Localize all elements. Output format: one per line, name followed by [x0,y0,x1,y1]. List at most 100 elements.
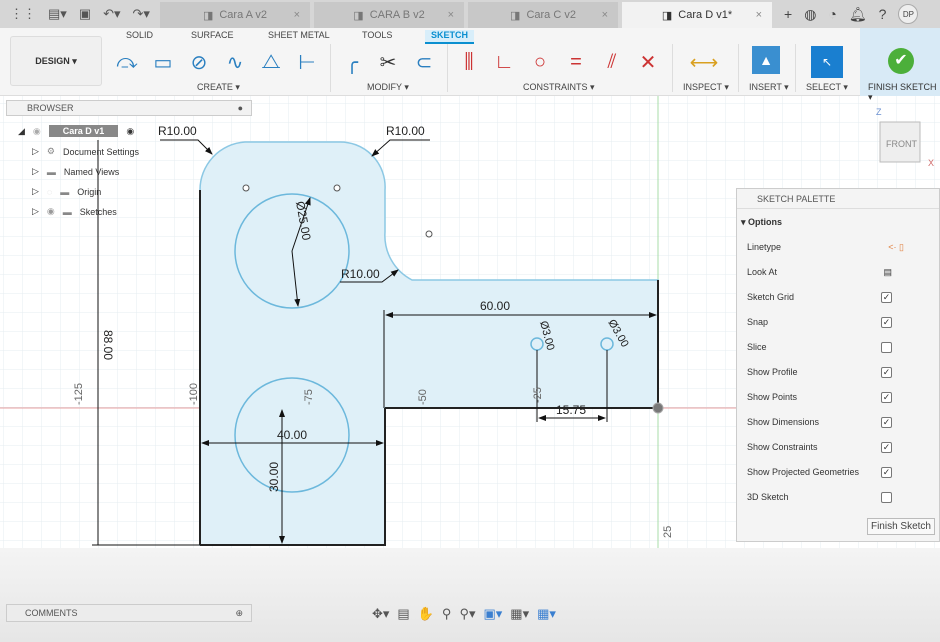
job-status-icon[interactable]: ◔ [828,6,836,22]
fit-icon[interactable]: ⚲▾ [459,606,475,622]
tab-surface[interactable]: SURFACE [191,30,234,40]
orbit-icon[interactable]: ✥▾ [372,606,389,622]
select-menu[interactable]: SELECT ▾ [806,82,848,93]
checkbox[interactable]: ✓ [881,292,892,303]
display-settings-icon[interactable]: ▣▾ [483,606,502,622]
insert-menu[interactable]: INSERT ▾ [749,82,789,93]
construction-linetype-icon[interactable]: <· ▯ [888,242,904,253]
tab-solid[interactable]: SOLID [126,30,153,40]
expand-icon[interactable]: ▷ [32,166,39,177]
palette-finish-sketch-button[interactable]: Finish Sketch [866,518,935,535]
active-radio-icon[interactable]: ◉ [126,126,134,137]
checkbox[interactable]: ✓ [881,392,892,403]
dim-88[interactable]: 88.00 [101,330,115,360]
browser-item-sketches[interactable]: ▷ ◉ ▬ Sketches [32,206,117,217]
viewports-icon[interactable]: ▦▾ [537,606,556,622]
browser-root[interactable]: ◢ ◉ Cara D v1 ◉ [18,125,134,137]
checkbox[interactable] [881,342,892,353]
dim-15[interactable]: 15.75 [556,403,586,417]
pan-hand-icon[interactable]: ✋ [418,606,434,622]
workspace-switcher[interactable]: DESIGN ▾ [10,36,102,86]
perpendicular-icon[interactable]: ∟ [490,48,518,76]
browser-item-named-views[interactable]: ▷ ▬ Named Views [32,166,119,177]
extensions-icon[interactable]: ◍ [804,6,816,23]
help-icon[interactable]: ? [879,6,887,22]
tab-sheet-metal[interactable]: SHEET METAL [268,30,330,40]
palette-header[interactable]: SKETCH PALETTE [737,189,939,209]
constraints-menu[interactable]: CONSTRAINTS ▾ [523,82,595,93]
doc-tab-d[interactable]: ◨ Cara D v1* × [622,2,772,28]
mirror-icon[interactable]: ⧍ [257,48,285,76]
avatar[interactable]: DP [898,4,919,24]
checkbox[interactable]: ✓ [881,417,892,428]
zoom-icon[interactable]: ⚲ [442,606,452,622]
dimension-icon[interactable]: ⊢ [293,48,321,76]
origin-point[interactable] [652,402,664,414]
expand-icon[interactable]: ▷ [32,186,39,197]
close-icon[interactable]: × [602,9,608,21]
spline-icon[interactable]: ∿ [221,48,249,76]
browser-item-document-settings[interactable]: ▷ ⚙ Document Settings [32,146,139,157]
fix-constraint-icon[interactable]: ⫼ [455,48,483,76]
offset-icon[interactable]: ⊂ [410,48,438,76]
comments-panel[interactable]: COMMENTS ⊕ [6,604,252,622]
parallel-icon[interactable]: ⫽ [598,48,626,76]
new-tab-icon[interactable]: + [784,6,792,22]
doc-tab-a[interactable]: ◨ Cara A v2 × [160,2,310,28]
checkbox[interactable]: ✓ [881,442,892,453]
apps-grid-icon[interactable]: ⋮⋮ [10,6,36,22]
finish-sketch-button[interactable]: ✔ FINISH SKETCH ▾ [860,28,940,102]
rectangle-icon[interactable]: ▭ [149,48,177,76]
tangent-icon[interactable]: ○ [526,48,554,76]
dim-40[interactable]: 40.00 [277,428,307,442]
dim-60[interactable]: 60.00 [480,299,510,313]
insert-image-icon[interactable]: ▲ [752,46,780,74]
dim-30[interactable]: 30.00 [267,462,281,492]
line-icon[interactable]: ⤼ [113,48,141,76]
sketch-point[interactable] [242,184,250,192]
file-icon[interactable]: ▤▾ [48,6,67,22]
checkbox[interactable]: ✓ [881,367,892,378]
eye-hidden-icon[interactable]: ◌ [47,187,52,197]
options-section[interactable]: ▾ Options [741,217,782,228]
checkbox[interactable]: ✓ [881,317,892,328]
close-icon[interactable]: × [294,9,300,21]
close-icon[interactable]: × [448,9,454,21]
expand-icon[interactable]: ▷ [32,146,39,157]
notifications-icon[interactable]: 🔔︎ [849,6,867,23]
dim-r-top-right[interactable]: R10.00 [386,124,425,138]
tab-tools[interactable]: TOOLS [362,30,392,40]
fillet-icon[interactable]: ╭ [338,48,366,76]
circle-icon[interactable]: ⊘ [185,48,213,76]
redo-icon[interactable]: ↷▾ [133,6,150,22]
measure-icon[interactable]: ⟷ [690,48,719,76]
undo-icon[interactable]: ↶▾ [103,6,120,22]
tab-sketch[interactable]: SKETCH [425,30,475,44]
eye-icon[interactable]: ◉ [47,206,55,217]
expand-icon[interactable]: ▷ [32,206,39,217]
look-at-icon[interactable]: ▤ [397,606,409,622]
expand-icon[interactable]: ◢ [18,126,25,137]
sketch-point[interactable] [333,184,341,192]
look-at-icon[interactable]: ▤ [883,267,892,278]
dim-r-fillet[interactable]: R10.00 [341,267,380,281]
checkbox[interactable] [881,492,892,503]
perpendicular-lines-icon[interactable]: ✕ [634,48,662,76]
select-icon[interactable]: ↖ [811,46,843,78]
collapse-icon[interactable]: ● [238,103,243,113]
eye-icon[interactable]: ◉ [33,126,41,137]
equal-icon[interactable]: = [562,48,590,76]
close-icon[interactable]: × [756,9,762,21]
create-menu[interactable]: CREATE ▾ [197,82,240,93]
browser-item-origin[interactable]: ▷ ◌ ▬ Origin [32,186,101,197]
sketch-point[interactable] [425,230,433,238]
add-comment-icon[interactable]: ⊕ [235,608,243,619]
save-icon[interactable]: ▣ [79,6,91,22]
grid-settings-icon[interactable]: ▦▾ [510,606,529,622]
doc-tab-b[interactable]: ◨ CARA B v2 × [314,2,464,28]
modify-menu[interactable]: MODIFY ▾ [367,82,409,93]
dim-r-top-left[interactable]: R10.00 [158,124,197,138]
checkbox[interactable]: ✓ [881,467,892,478]
browser-panel-header[interactable]: BROWSER ● [6,100,252,116]
trim-icon[interactable]: ✂ [374,48,402,76]
